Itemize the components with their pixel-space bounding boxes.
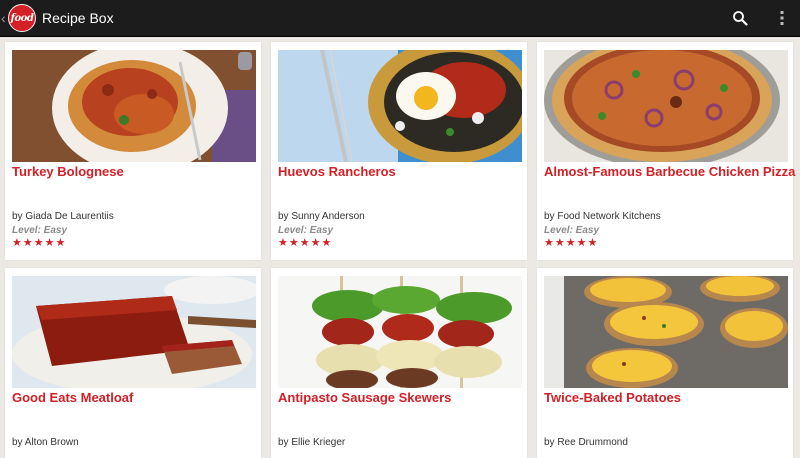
recipe-card[interactable]: Twice-Baked Potatoes by Ree Drummond [537,268,793,458]
recipe-title[interactable]: Huevos Rancheros [278,164,396,179]
recipe-level: Level: Easy [278,225,334,236]
up-caret-icon[interactable]: ‹ [1,0,7,36]
star-icon: ★ [22,237,33,249]
recipe-photo-twice-baked-potatoes[interactable] [544,276,788,388]
star-icon: ★ [33,237,44,249]
recipe-author: by Ellie Krieger [278,437,346,448]
overflow-menu-icon [780,11,784,25]
recipe-title[interactable]: Twice-Baked Potatoes [544,390,681,405]
recipe-card[interactable]: Almost-Famous Barbecue Chicken Pizza by … [537,42,795,260]
recipe-card[interactable]: Turkey Bolognese by Giada De Laurentiis … [5,42,261,260]
food-network-logo[interactable]: food [8,4,36,32]
star-icon: ★ [310,237,321,249]
logo-text: food [10,12,34,24]
recipe-author: by Giada De Laurentiis [12,211,114,222]
star-icon: ★ [44,237,55,249]
star-icon: ★ [321,237,332,249]
recipe-photo-turkey-bolognese[interactable] [12,50,256,162]
recipe-card[interactable]: Good Eats Meatloaf by Alton Brown [5,268,261,458]
recipe-photo-antipasto-sausage-skewers[interactable] [278,276,522,388]
rating-stars: ★ ★ ★ ★ ★ [12,238,65,249]
recipe-photo-bbq-chicken-pizza[interactable] [544,50,788,162]
star-icon: ★ [12,237,22,249]
app-title: Recipe Box [42,10,114,26]
recipe-photo-good-eats-meatloaf[interactable] [12,276,256,388]
search-button[interactable] [722,0,758,36]
rating-stars: ★ ★ ★ ★ ★ [278,238,331,249]
recipe-card[interactable]: Huevos Rancheros by Sunny Anderson Level… [271,42,527,260]
recipe-title[interactable]: Turkey Bolognese [12,164,124,179]
recipe-title[interactable]: Almost-Famous Barbecue Chicken Pizza [544,164,795,179]
star-icon: ★ [587,237,598,249]
star-icon: ★ [554,237,565,249]
recipe-title[interactable]: Good Eats Meatloaf [12,390,133,405]
action-bar: ‹ food Recipe Box [0,0,800,36]
recipe-title[interactable]: Antipasto Sausage Skewers [278,390,451,405]
rating-stars: ★ ★ ★ ★ ★ [544,238,597,249]
star-icon: ★ [288,237,299,249]
recipe-author: by Sunny Anderson [278,211,365,222]
recipe-author: by Ree Drummond [544,437,628,448]
star-icon: ★ [576,237,587,249]
star-icon: ★ [278,237,288,249]
recipe-card[interactable]: Antipasto Sausage Skewers by Ellie Krieg… [271,268,527,458]
recipe-level: Level: Easy [544,225,600,236]
recipe-author: by Food Network Kitchens [544,211,661,222]
star-icon: ★ [55,237,66,249]
overflow-menu-button[interactable] [764,0,800,36]
recipe-level: Level: Easy [12,225,68,236]
search-icon [733,11,748,26]
star-icon: ★ [299,237,310,249]
star-icon: ★ [565,237,576,249]
recipe-photo-huevos-rancheros[interactable] [278,50,522,162]
star-icon: ★ [544,237,554,249]
recipe-author: by Alton Brown [12,437,79,448]
